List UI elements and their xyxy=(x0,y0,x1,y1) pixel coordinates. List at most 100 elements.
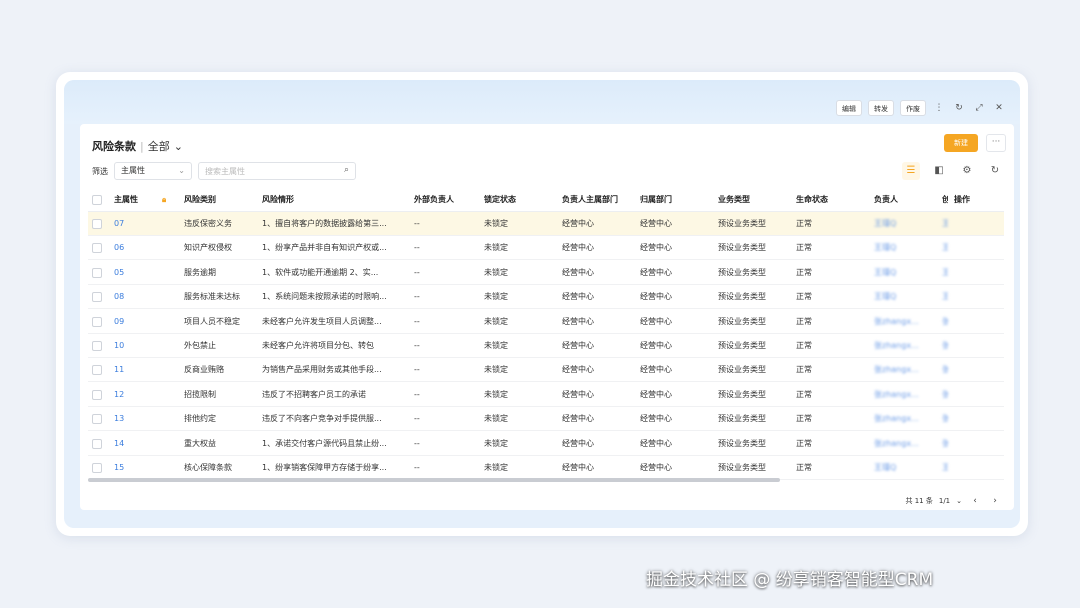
edit-button[interactable]: 编辑 xyxy=(836,100,862,116)
chevron-down-icon[interactable]: ⌄ xyxy=(174,140,183,153)
table-row[interactable]: 10 外包禁止 未经客户允许将项目分包、转包 -- 未锁定 经营中心 经营中心 预设业务类型 正… xyxy=(88,334,1004,358)
settings-icon[interactable]: ⚙ xyxy=(958,162,976,180)
column-header[interactable]: 外部负责人 xyxy=(414,188,454,212)
column-header[interactable]: 操作 xyxy=(954,188,970,212)
cell-business-type: 预设业务类型 xyxy=(718,463,766,472)
column-header[interactable]: 主属性 xyxy=(114,188,138,212)
pagination: 共 11 条 1/1 ⌄ ‹ › xyxy=(906,494,1003,508)
row-checkbox[interactable] xyxy=(92,243,102,254)
cell-lifecycle-status: 正常 xyxy=(796,292,812,302)
cell-creator: 张 xyxy=(942,365,948,375)
cell-department: 经营中心 xyxy=(640,438,672,448)
view-selector[interactable]: 全部 xyxy=(148,138,170,154)
search-input[interactable] xyxy=(205,163,335,179)
search-icon[interactable]: ⌕ xyxy=(344,165,349,175)
cell-code[interactable]: 13 xyxy=(114,407,124,431)
refresh-icon[interactable]: ↻ xyxy=(986,162,1004,180)
search-field[interactable]: ⌕ xyxy=(198,162,356,180)
cell-code[interactable]: 15 xyxy=(114,456,124,480)
cell-lifecycle-status: 正常 xyxy=(796,438,812,448)
cell-external-owner: -- xyxy=(414,463,420,472)
horizontal-scrollbar[interactable] xyxy=(88,478,780,482)
cell-owner: 王瑾Q xyxy=(874,292,897,302)
column-header[interactable]: 创 xyxy=(942,188,948,212)
row-checkbox[interactable] xyxy=(92,341,102,351)
more-vertical-icon[interactable]: ⋮ xyxy=(932,100,946,116)
row-checkbox[interactable] xyxy=(92,438,102,449)
cell-business-type: 预设业务类型 xyxy=(718,389,766,399)
column-header[interactable]: 业务类型 xyxy=(718,188,750,212)
cell-risk-scenario: 1、纷享销客保障甲方存储于纷享... xyxy=(262,463,387,472)
row-checkbox[interactable] xyxy=(92,292,102,303)
refresh-icon[interactable]: ↻ xyxy=(952,100,966,116)
table-row[interactable]: 12 招揽限制 违反了不招聘客户员工的承诺 -- 未锁定 经营中心 经营中心 预设业务类型 正常… xyxy=(88,383,1004,407)
cell-code[interactable]: 08 xyxy=(114,285,124,309)
row-checkbox[interactable] xyxy=(92,316,102,327)
cell-owner: 张zhangx... xyxy=(874,365,919,375)
cell-code[interactable]: 05 xyxy=(114,261,124,285)
column-header[interactable]: 风险情形 xyxy=(262,188,294,212)
new-button[interactable]: 新建 xyxy=(944,134,978,152)
row-checkbox[interactable] xyxy=(92,414,102,425)
cell-lifecycle-status: 正常 xyxy=(796,389,812,399)
filter-field-select[interactable]: 主属性 ⌄ xyxy=(114,162,192,180)
cell-code[interactable]: 12 xyxy=(114,383,124,407)
cell-code[interactable]: 07 xyxy=(114,212,124,236)
cell-department: 经营中心 xyxy=(640,316,672,326)
cell-risk-category: 重大权益 xyxy=(184,438,216,448)
column-header[interactable]: 负责人 xyxy=(874,188,898,212)
cell-owner-department: 经营中心 xyxy=(562,219,594,228)
row-checkbox[interactable] xyxy=(92,463,102,473)
table-row[interactable]: 13 排他约定 违反了不向客户竞争对手提供服... -- 未锁定 经营中心 经营中心 预设业务… xyxy=(88,407,1004,432)
cell-code[interactable]: 09 xyxy=(114,310,124,334)
cell-code[interactable]: 14 xyxy=(114,432,124,456)
cell-creator: 王 xyxy=(942,292,948,302)
table-row[interactable]: 09 项目人员不稳定 未经客户允许发生项目人员调整... -- 未锁定 经营中心 经营中心 预… xyxy=(88,310,1004,334)
table-row[interactable]: 06 知识产权侵权 1、纷享产品并非自有知识产权或... -- 未锁定 经营中心 经营中心 预… xyxy=(88,236,1004,261)
cell-risk-category: 服务标准未达标 xyxy=(184,292,240,302)
table-row[interactable]: 11 反商业贿赂 为销售产品采用财务或其他手段... -- 未锁定 经营中心 经营中心 预设业… xyxy=(88,358,1004,383)
void-button[interactable]: 作废 xyxy=(900,100,926,116)
row-checkbox[interactable] xyxy=(92,365,102,376)
cell-code[interactable]: 11 xyxy=(114,358,124,382)
next-page-button[interactable]: › xyxy=(988,494,1002,508)
cell-business-type: 预设业务类型 xyxy=(718,365,766,375)
watermark-text: 掘金技术社区 @ 纷享销客智能型CRM xyxy=(646,570,934,590)
column-header[interactable]: 锁定状态 xyxy=(484,188,516,212)
close-icon[interactable]: ✕ xyxy=(992,100,1006,116)
list-view-icon[interactable]: ☰ xyxy=(902,162,920,180)
list-panel: 风险条款 | 全部 ⌄ 新建 ··· 筛选 主属性 ⌄ ⌕ ☰ ◧ xyxy=(80,124,1014,510)
cell-owner: 王瑾Q xyxy=(874,219,897,228)
filter-label[interactable]: 筛选 xyxy=(92,166,108,177)
table-row[interactable]: 05 服务逾期 1、软件或功能开通逾期 2、实... -- 未锁定 经营中心 经营中心 预设业… xyxy=(88,261,1004,285)
row-checkbox[interactable] xyxy=(92,267,102,278)
cell-department: 经营中心 xyxy=(640,292,672,302)
cell-owner: 张zhangx... xyxy=(874,341,919,350)
cell-lock-status: 未锁定 xyxy=(484,414,508,424)
column-header[interactable]: 归属部门 xyxy=(640,188,672,212)
forward-button[interactable]: 转发 xyxy=(868,100,894,116)
table-row[interactable]: 08 服务标准未达标 1、系统问题未按照承诺的时限响... -- 未锁定 经营中心 经营中心… xyxy=(88,285,1004,310)
column-header[interactable]: 生命状态 xyxy=(796,188,828,212)
page-select[interactable]: 1/1 xyxy=(939,497,950,505)
cell-code[interactable]: 10 xyxy=(114,334,124,358)
more-options-button[interactable]: ··· xyxy=(986,134,1006,152)
chevron-down-icon[interactable]: ⌄ xyxy=(956,497,962,505)
select-all-checkbox[interactable] xyxy=(92,195,102,205)
row-checkbox[interactable] xyxy=(92,389,102,400)
cell-business-type: 预设业务类型 xyxy=(718,341,766,350)
table-row[interactable]: 14 重大权益 1、承诺交付客户源代码且禁止纷... -- 未锁定 经营中心 经营中心 预设业… xyxy=(88,432,1004,456)
cell-lifecycle-status: 正常 xyxy=(796,414,812,424)
cell-code[interactable]: 06 xyxy=(114,236,124,260)
cell-risk-category: 项目人员不稳定 xyxy=(184,316,240,326)
cell-lifecycle-status: 正常 xyxy=(796,267,812,277)
table-row[interactable]: 15 核心保障条款 1、纷享销客保障甲方存储于纷享... -- 未锁定 经营中心 经营中心 预… xyxy=(88,456,1004,480)
cell-external-owner: -- xyxy=(414,414,420,424)
table-row[interactable]: 07 违反保密义务 1、擅自将客户的数据披露给第三... -- 未锁定 经营中心 经营中心 预… xyxy=(88,212,1004,236)
row-checkbox[interactable] xyxy=(92,219,102,229)
expand-icon[interactable]: ⤢ xyxy=(972,100,986,116)
split-view-icon[interactable]: ◧ xyxy=(930,162,948,180)
prev-page-button[interactable]: ‹ xyxy=(968,494,982,508)
column-header[interactable]: 风险类别 xyxy=(184,188,216,212)
column-header[interactable]: 负责人主属部门 xyxy=(562,188,618,212)
